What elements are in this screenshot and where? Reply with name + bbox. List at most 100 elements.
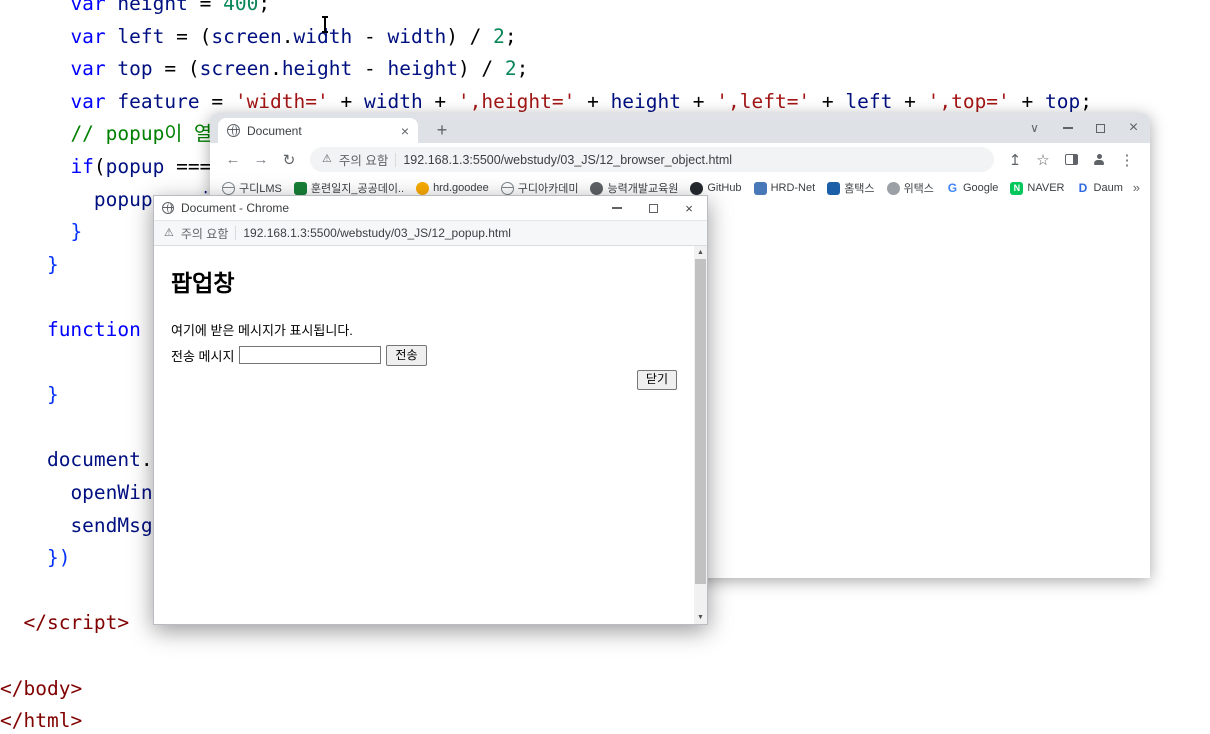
code-token: 400 — [223, 0, 259, 15]
code-token: openWin — [70, 481, 153, 504]
bookmark-item[interactable]: G Google — [946, 182, 999, 195]
popup-favicon-icon — [162, 202, 174, 214]
code-token: . — [270, 57, 282, 81]
security-label: 주의 요함 — [180, 226, 229, 241]
close-popup-button[interactable]: 닫기 — [636, 369, 677, 391]
code-token: // popup이 열 — [70, 122, 212, 146]
code-token: ',left=' — [716, 89, 811, 113]
popup-close-button[interactable]: × — [671, 196, 707, 220]
code-line: var feature = 'width=' + width + ',heigh… — [70, 89, 1092, 115]
bookmark-item[interactable]: HRD-Net — [753, 181, 816, 195]
bookmark-favicon-icon — [753, 181, 767, 195]
code-line: </script> — [23, 610, 129, 636]
menu-icon[interactable]: ⋮ — [1114, 147, 1140, 173]
tab-strip: Document × + ∨ × — [210, 113, 1150, 143]
code-line: </body> — [0, 676, 82, 702]
code-token: . — [281, 24, 294, 48]
code-token: 2 — [504, 57, 517, 81]
tab-search-icon[interactable]: ∨ — [1018, 113, 1051, 143]
code-token: ) / — [457, 57, 505, 81]
close-button[interactable]: × — [1117, 113, 1150, 143]
maximize-button[interactable] — [1084, 113, 1117, 143]
code-line: var top = (screen.height - height) / 2; — [70, 56, 528, 82]
bookmark-item[interactable]: 구디아카데미 — [500, 180, 578, 196]
scroll-up-icon[interactable]: ▲ — [694, 246, 707, 259]
code-token: ) / — [446, 24, 494, 48]
code-token: left — [845, 89, 893, 113]
code-token: . — [140, 448, 153, 472]
bookmark-item[interactable]: D Daum — [1077, 182, 1123, 195]
bookmark-label: 홈택스 — [844, 183, 875, 195]
code-token: + — [892, 89, 928, 113]
warning-icon: ⚠ — [164, 226, 174, 239]
security-label: 주의 요함 — [338, 154, 389, 168]
code-line: openWin — [70, 480, 152, 506]
tab-document[interactable]: Document × — [218, 118, 418, 143]
popup-minimize-button[interactable] — [599, 196, 635, 220]
code-token: top — [117, 57, 153, 81]
bookmark-star-icon[interactable]: ☆ — [1030, 147, 1056, 173]
address-bar[interactable]: ⚠ 주의 요함 192.168.1.3:5500/webstudy/03_JS/… — [310, 147, 994, 172]
code-token: 'width=' — [234, 89, 329, 113]
person-glyph — [1093, 153, 1105, 166]
code-token: top — [1045, 89, 1081, 113]
forward-icon[interactable]: → — [248, 147, 274, 173]
code-token: var — [70, 89, 118, 113]
code-token: height — [387, 57, 458, 81]
bookmark-item[interactable]: 홈택스 — [827, 180, 875, 196]
minimize-button[interactable] — [1051, 113, 1084, 143]
popup-maximize-button[interactable] — [635, 196, 671, 220]
code-token: ; — [504, 24, 517, 48]
code-token: }) — [46, 546, 71, 570]
code-token: var — [70, 24, 118, 48]
code-line: var left = (screen.width - width) / 2; — [70, 24, 516, 50]
bookmarks-overflow-icon[interactable]: » — [1133, 180, 1140, 195]
code-token: popup — [105, 155, 165, 178]
bookmark-item[interactable]: 위택스 — [886, 180, 934, 196]
new-tab-button[interactable]: + — [428, 118, 456, 143]
send-message-input[interactable] — [239, 346, 382, 365]
tab-close-icon[interactable]: × — [401, 124, 409, 138]
popup-page-content: 팝업창 여기에 받은 메시지가 표시됩니다. 전송 메시지 전송 닫기 ▲ ▼ — [154, 246, 707, 624]
send-message-label: 전송 메시지 — [171, 348, 235, 364]
code-token: </script> — [23, 611, 130, 635]
bookmark-item[interactable]: GitHub — [690, 181, 742, 195]
code-token: width — [363, 89, 423, 113]
code-token: + — [575, 89, 611, 113]
bookmark-favicon-icon — [886, 181, 900, 195]
popup-titlebar[interactable]: Document - Chrome × — [154, 196, 707, 220]
bookmark-favicon-icon — [293, 181, 307, 195]
bookmark-item[interactable]: hrd.goodee — [416, 181, 489, 195]
bookmark-item[interactable]: 구디LMS — [222, 180, 282, 196]
code-token: ',top=' — [927, 89, 1010, 113]
code-token: </html> — [0, 709, 83, 733]
code-line: var height = 400; — [70, 0, 270, 17]
share-icon[interactable]: ↥ — [1002, 147, 1028, 173]
code-token: </body> — [0, 676, 83, 700]
url-text: 192.168.1.3:5500/webstudy/03_JS/12_brows… — [403, 152, 733, 167]
profile-icon[interactable] — [1086, 147, 1112, 173]
side-panel-icon[interactable] — [1058, 147, 1084, 173]
code-token: ; — [1080, 89, 1093, 113]
popup-scrollbar[interactable]: ▲ ▼ — [694, 246, 707, 624]
reload-icon[interactable]: ↻ — [276, 147, 302, 173]
code-token: screen — [199, 57, 271, 81]
scrollbar-thumb[interactable] — [695, 259, 706, 584]
code-line: } — [47, 382, 59, 408]
scroll-down-icon[interactable]: ▼ — [694, 611, 707, 624]
code-token: = — [187, 0, 224, 15]
bookmark-item[interactable]: 능력개발교육원 — [590, 180, 678, 196]
code-line: }) — [47, 545, 70, 571]
code-token: ; — [258, 0, 271, 15]
bookmark-label: HRD-Net — [770, 182, 816, 194]
bookmark-item[interactable]: N NAVER — [1010, 181, 1065, 195]
back-icon[interactable]: ← — [220, 147, 246, 173]
code-line: } — [47, 252, 59, 278]
tab-title: Document — [247, 123, 302, 138]
bookmark-label: NAVER — [1027, 182, 1065, 194]
send-button[interactable]: 전송 — [386, 345, 427, 366]
bookmark-favicon-icon — [827, 181, 841, 195]
code-token: height — [610, 89, 682, 113]
bookmark-item[interactable]: 훈련일지_공공데이.. — [293, 180, 404, 196]
bookmark-favicon-icon — [590, 181, 604, 195]
